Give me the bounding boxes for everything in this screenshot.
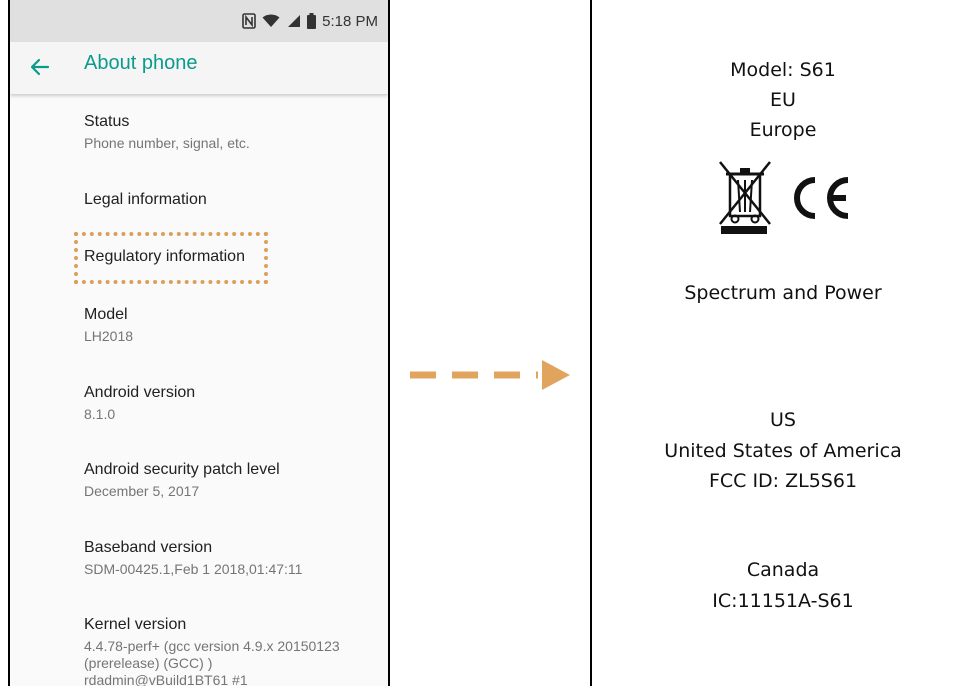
canada-text: Canada xyxy=(746,559,820,581)
settings-item-baseband-version[interactable]: Baseband version SDM-00425.1,Feb 1 2018,… xyxy=(84,538,384,578)
item-title: Baseband version xyxy=(84,539,213,556)
item-title: Model xyxy=(84,306,128,323)
settings-item-android-version[interactable]: Android version 8.1.0 xyxy=(84,383,384,423)
item-summary: LH2018 xyxy=(84,328,134,344)
signal-icon xyxy=(286,14,301,28)
spectrum-text: Spectrum and Power xyxy=(684,282,882,304)
item-title: Android version xyxy=(84,384,196,401)
wifi-icon xyxy=(262,14,280,28)
settings-item-legal-information[interactable]: Legal information xyxy=(84,190,384,210)
item-summary: December 5, 2017 xyxy=(84,483,200,499)
page-title: About phone xyxy=(84,52,198,74)
item-title: Android security patch level xyxy=(84,461,280,478)
settings-item-security-patch-level[interactable]: Android security patch level December 5,… xyxy=(84,460,384,500)
weee-crossed-bin-icon xyxy=(718,160,774,240)
ic-text: IC:11151A-S61 xyxy=(712,590,854,612)
nfc-icon xyxy=(242,13,256,29)
certification-marks xyxy=(718,160,852,240)
battery-icon xyxy=(307,13,317,29)
regulatory-label: Model: S61 EU Europe Spectrum and Power … xyxy=(590,0,964,686)
clock: 5:18 PM xyxy=(322,12,378,30)
eu-code-text: EU xyxy=(770,89,796,111)
app-bar: About phone xyxy=(10,42,388,94)
model-text: Model: S61 xyxy=(730,59,836,81)
item-summary: SDM-00425.1,Feb 1 2018,01:47:11 xyxy=(84,561,303,577)
item-title: Status xyxy=(84,113,130,130)
item-title: Kernel version xyxy=(84,616,187,633)
item-summary: 8.1.0 xyxy=(84,406,116,422)
fcc-id-text: FCC ID: ZL5S61 xyxy=(708,470,858,492)
item-title: Legal information xyxy=(84,191,207,208)
highlight-box xyxy=(74,232,268,284)
item-summary-line: rdadmin@vBuild1BT61 #1 xyxy=(84,672,248,686)
arrow-right-icon xyxy=(410,358,572,397)
item-summary-line: 4.4.78-perf+ (gcc version 4.9.x 20150123 xyxy=(84,638,340,654)
settings-item-model[interactable]: Model LH2018 xyxy=(84,305,384,345)
us-name-text: United States of America xyxy=(664,440,902,462)
phone-screen: 5:18 PM About phone Status Phone number,… xyxy=(8,0,390,686)
status-bar: 5:18 PM xyxy=(10,0,388,42)
eu-name-text: Europe xyxy=(749,119,817,141)
item-summary-line: (prerelease) (GCC) ) xyxy=(84,655,213,671)
us-code-text: US xyxy=(770,409,796,431)
settings-item-kernel-version[interactable]: Kernel version 4.4.78-perf+ (gcc version… xyxy=(84,615,384,686)
arrow-left-icon[interactable] xyxy=(27,54,53,80)
item-summary: Phone number, signal, etc. xyxy=(84,135,250,151)
ce-mark-icon xyxy=(788,175,852,225)
settings-item-status[interactable]: Status Phone number, signal, etc. xyxy=(84,112,384,152)
